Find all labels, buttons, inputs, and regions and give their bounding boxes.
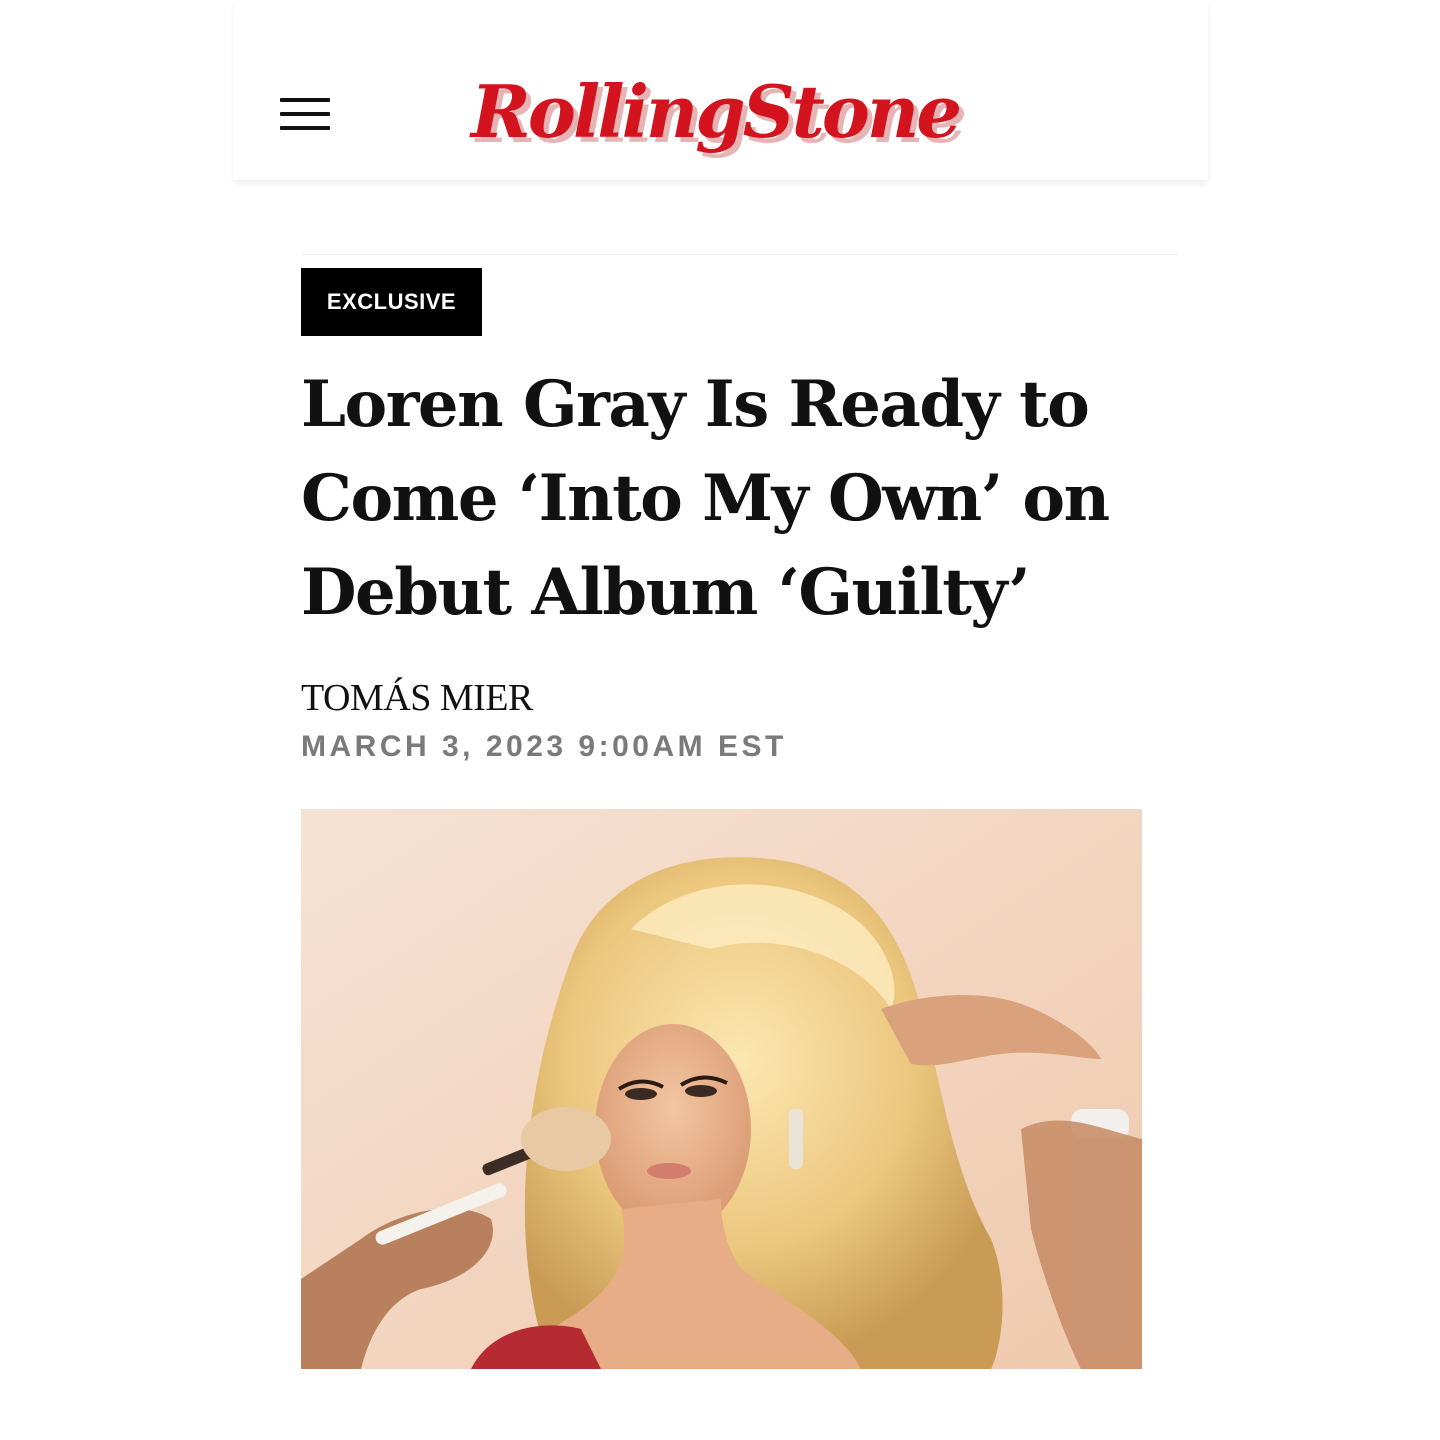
headline-line: Come ‘Into My Own’ on [301, 461, 1110, 536]
rolling-stone-logo[interactable]: RollingStone RollingStone [468, 60, 978, 170]
exclusive-badge[interactable]: EXCLUSIVE [301, 268, 482, 336]
article-page: RollingStone RollingStone EXCLUSIVE Lore… [0, 0, 1440, 1440]
menu-bar [280, 98, 330, 102]
author-byline[interactable]: TOMÁS MIER [301, 676, 533, 720]
logo-text: RollingStone [469, 69, 959, 154]
hamburger-menu-icon[interactable] [280, 96, 332, 136]
face-shape [595, 1024, 751, 1234]
headline-line: Loren Gray Is Ready to [301, 367, 1090, 442]
site-header: RollingStone RollingStone [234, 0, 1208, 180]
logo-wordmark: RollingStone RollingStone [469, 69, 967, 159]
publish-date: MARCH 3, 2023 9:00AM EST [301, 730, 787, 763]
article-headline[interactable]: Loren Gray Is Ready to Come ‘Into My Own… [301, 358, 1141, 640]
brush-head [521, 1107, 611, 1171]
headline-line: Debut Album ‘Guilty’ [301, 555, 1031, 630]
hero-photo[interactable] [301, 809, 1142, 1369]
menu-bar [280, 126, 330, 130]
header-divider [302, 254, 1178, 255]
photo-illustration [301, 809, 1142, 1369]
menu-bar [280, 112, 330, 116]
